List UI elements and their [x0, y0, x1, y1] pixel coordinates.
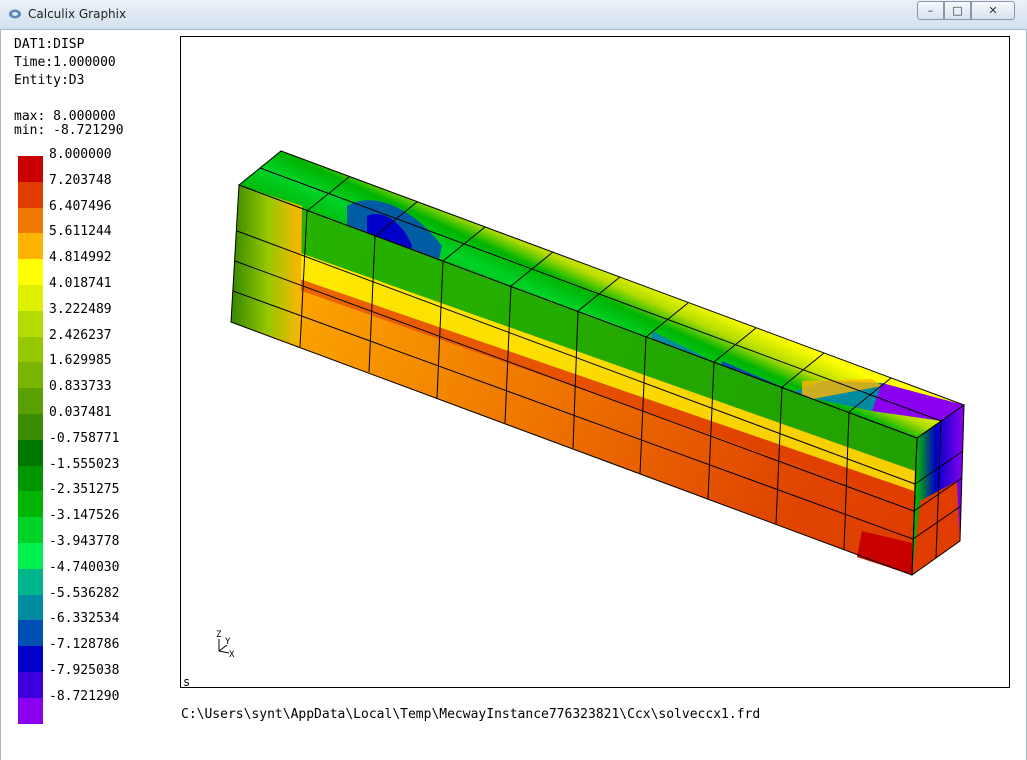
minimize-button[interactable]: – [917, 1, 944, 20]
legend-swatch [18, 181, 43, 208]
app-icon [9, 9, 21, 19]
time-label: Time:1.000000 [14, 55, 116, 70]
legend-swatch [18, 672, 43, 698]
title-bar[interactable]: Calculix Graphix – □ ✕ [0, 0, 1027, 30]
close-icon: ✕ [988, 4, 998, 17]
legend-swatch [18, 310, 43, 337]
legend-swatch [18, 568, 43, 595]
legend-swatch [18, 233, 43, 260]
legend-swatch [18, 414, 43, 440]
legend-value: -6.332534 [49, 611, 120, 627]
legend-value: -7.128786 [49, 637, 120, 653]
legend-swatch [18, 207, 43, 234]
legend-swatch [18, 362, 43, 389]
legend-value: 8.000000 [49, 147, 112, 162]
legend-value: 4.814992 [49, 250, 112, 266]
legend-value: 3.222489 [49, 301, 112, 317]
model-viewport[interactable]: Z Y X s [180, 36, 1010, 689]
view-mode-indicator: s [183, 675, 191, 689]
legend-swatch [18, 285, 43, 311]
legend-swatch [18, 336, 43, 363]
axis-y-label: Y [225, 637, 231, 647]
legend-value: 5.611244 [49, 224, 112, 240]
legend-value: -3.943778 [49, 534, 120, 549]
graphics-client-area: DAT1:DISP Time:1.000000 Entity:D3 max: 8… [0, 30, 1027, 760]
legend-swatch [18, 594, 43, 621]
axis-z-label: Z [216, 630, 222, 640]
legend-value: -7.925038 [49, 663, 120, 678]
axis-x-label: X [229, 650, 235, 660]
legend-swatch [18, 259, 43, 286]
max-value: max: 8.000000 [14, 109, 116, 124]
window-title: Calculix Graphix [28, 7, 127, 21]
legend-value: -3.147526 [49, 508, 120, 524]
legend-value: -4.740030 [49, 559, 120, 575]
legend-swatch [18, 543, 43, 569]
legend-value: 0.833733 [49, 379, 112, 395]
legend-swatch [18, 439, 43, 466]
legend-swatch [18, 517, 43, 544]
legend-swatch [18, 465, 43, 492]
legend-value: -8.721290 [49, 688, 120, 704]
legend-value: 0.037481 [49, 405, 112, 420]
legend-value: 6.407496 [49, 198, 112, 214]
minimize-icon: – [927, 4, 934, 17]
legend-swatch [18, 646, 43, 673]
legend-value: 4.018741 [49, 276, 112, 291]
legend-swatch [18, 620, 43, 647]
beam-model[interactable] [181, 37, 1009, 687]
legend-value: 7.203748 [49, 172, 112, 188]
legend-swatch [18, 388, 43, 415]
entity-label: Entity:D3 [14, 73, 85, 88]
legend-value: -5.536282 [49, 585, 120, 601]
legend-swatch [18, 156, 43, 182]
legend-value: 2.426237 [49, 327, 112, 343]
legend-swatch [18, 697, 43, 724]
legend-value: 1.629985 [49, 353, 112, 369]
maximize-button[interactable]: □ [944, 1, 971, 20]
axis-triad-icon: Z Y X [216, 630, 235, 660]
legend-value: -0.758771 [49, 430, 120, 446]
legend-swatch [18, 491, 43, 518]
close-button[interactable]: ✕ [971, 1, 1015, 20]
legend-value: -1.555023 [49, 456, 120, 472]
dataset-label: DAT1:DISP [14, 37, 85, 52]
maximize-icon: □ [952, 4, 963, 17]
min-value: min: -8.721290 [14, 123, 124, 138]
file-path-label: C:\Users\synt\AppData\Local\Temp\MecwayI… [181, 707, 761, 722]
legend-entry: -8.721290 [18, 689, 168, 724]
legend-value: -2.351275 [49, 482, 120, 498]
